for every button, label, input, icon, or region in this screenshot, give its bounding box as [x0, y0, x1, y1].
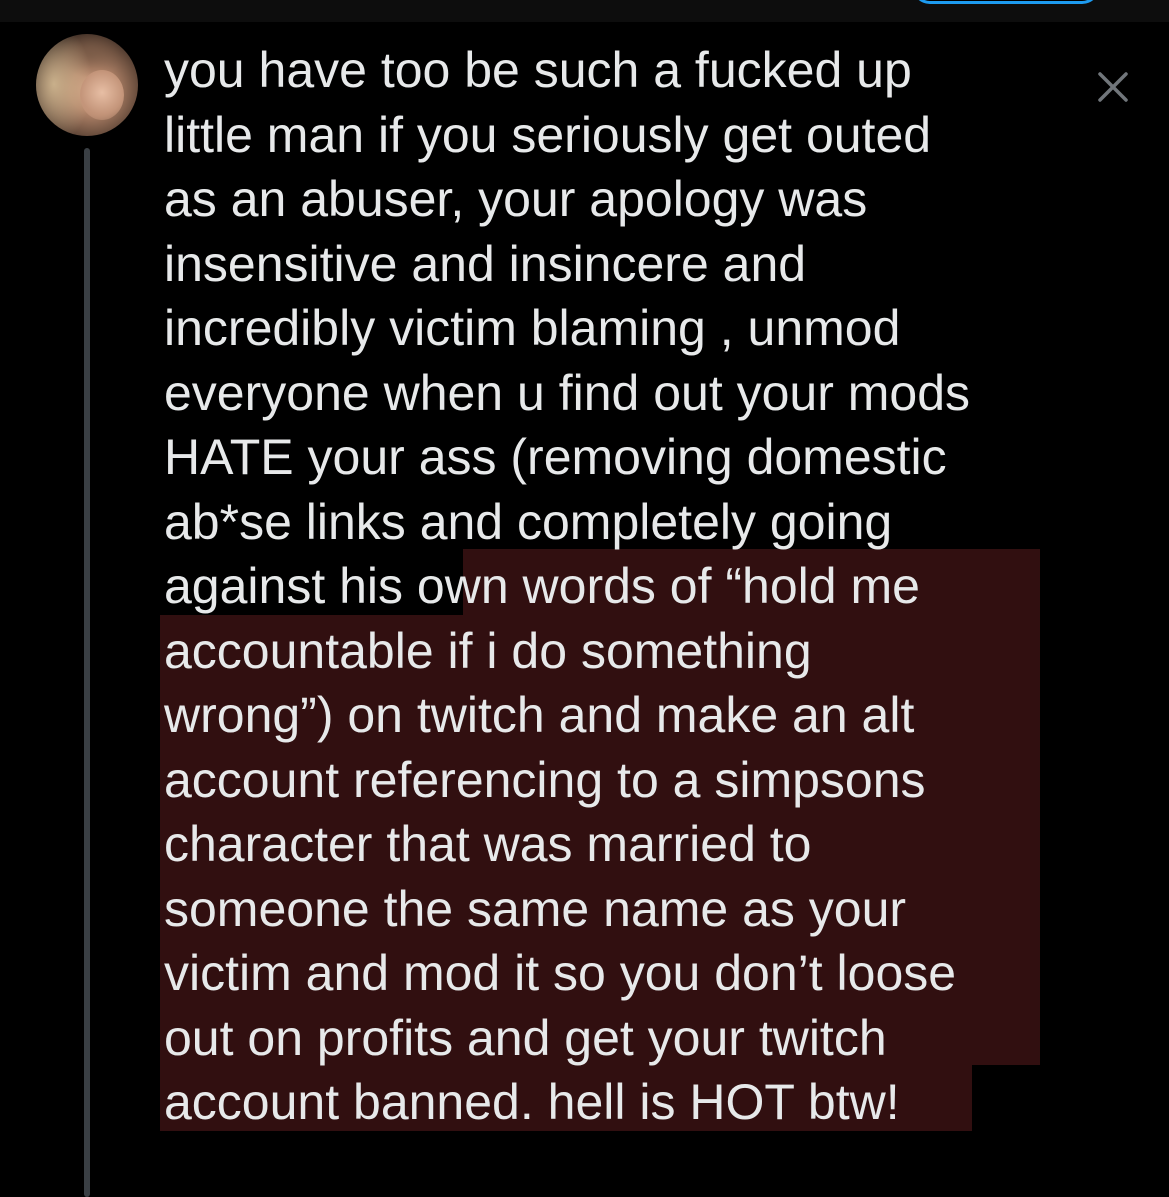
top-action-button[interactable]	[912, 0, 1100, 4]
tweet-line: little man if you seriously get outed	[164, 106, 932, 163]
tweet-line: character that was married to	[164, 816, 812, 872]
tweet-line: out on profits and get your twitch	[164, 1009, 887, 1066]
tweet-text: you have too be such a fucked up little m…	[164, 38, 1064, 1135]
tweet-line: you have too be such a fucked up	[164, 42, 912, 98]
avatar-face	[80, 70, 124, 120]
user-avatar[interactable]	[36, 34, 138, 136]
thread-line	[84, 148, 90, 1197]
tweet-line: ab*se links and completely going	[164, 493, 893, 550]
tweet-line: account banned. hell is HOT btw!	[164, 1074, 900, 1130]
tweet-line: everyone when u find out your mods	[164, 364, 971, 421]
tweet-line: account referencing to a simpsons	[164, 751, 926, 808]
tweet-line: victim and mod it so you don’t loose	[164, 945, 957, 1001]
close-icon[interactable]	[1094, 68, 1132, 106]
tweet-line: someone the same name as your	[164, 880, 907, 937]
tweet-line: incredibly victim blaming , unmod	[164, 300, 901, 356]
tweet-line: HATE your ass (removing domestic	[164, 429, 947, 485]
tweet-line: wrong”) on twitch and make an alt	[164, 687, 915, 743]
tweet-line: against his own words of “hold me	[164, 558, 920, 614]
tweet-line: as an abuser, your apology was	[164, 171, 868, 227]
tweet-line: insensitive and insincere and	[164, 235, 807, 292]
tweet-line: accountable if i do something	[164, 622, 812, 679]
